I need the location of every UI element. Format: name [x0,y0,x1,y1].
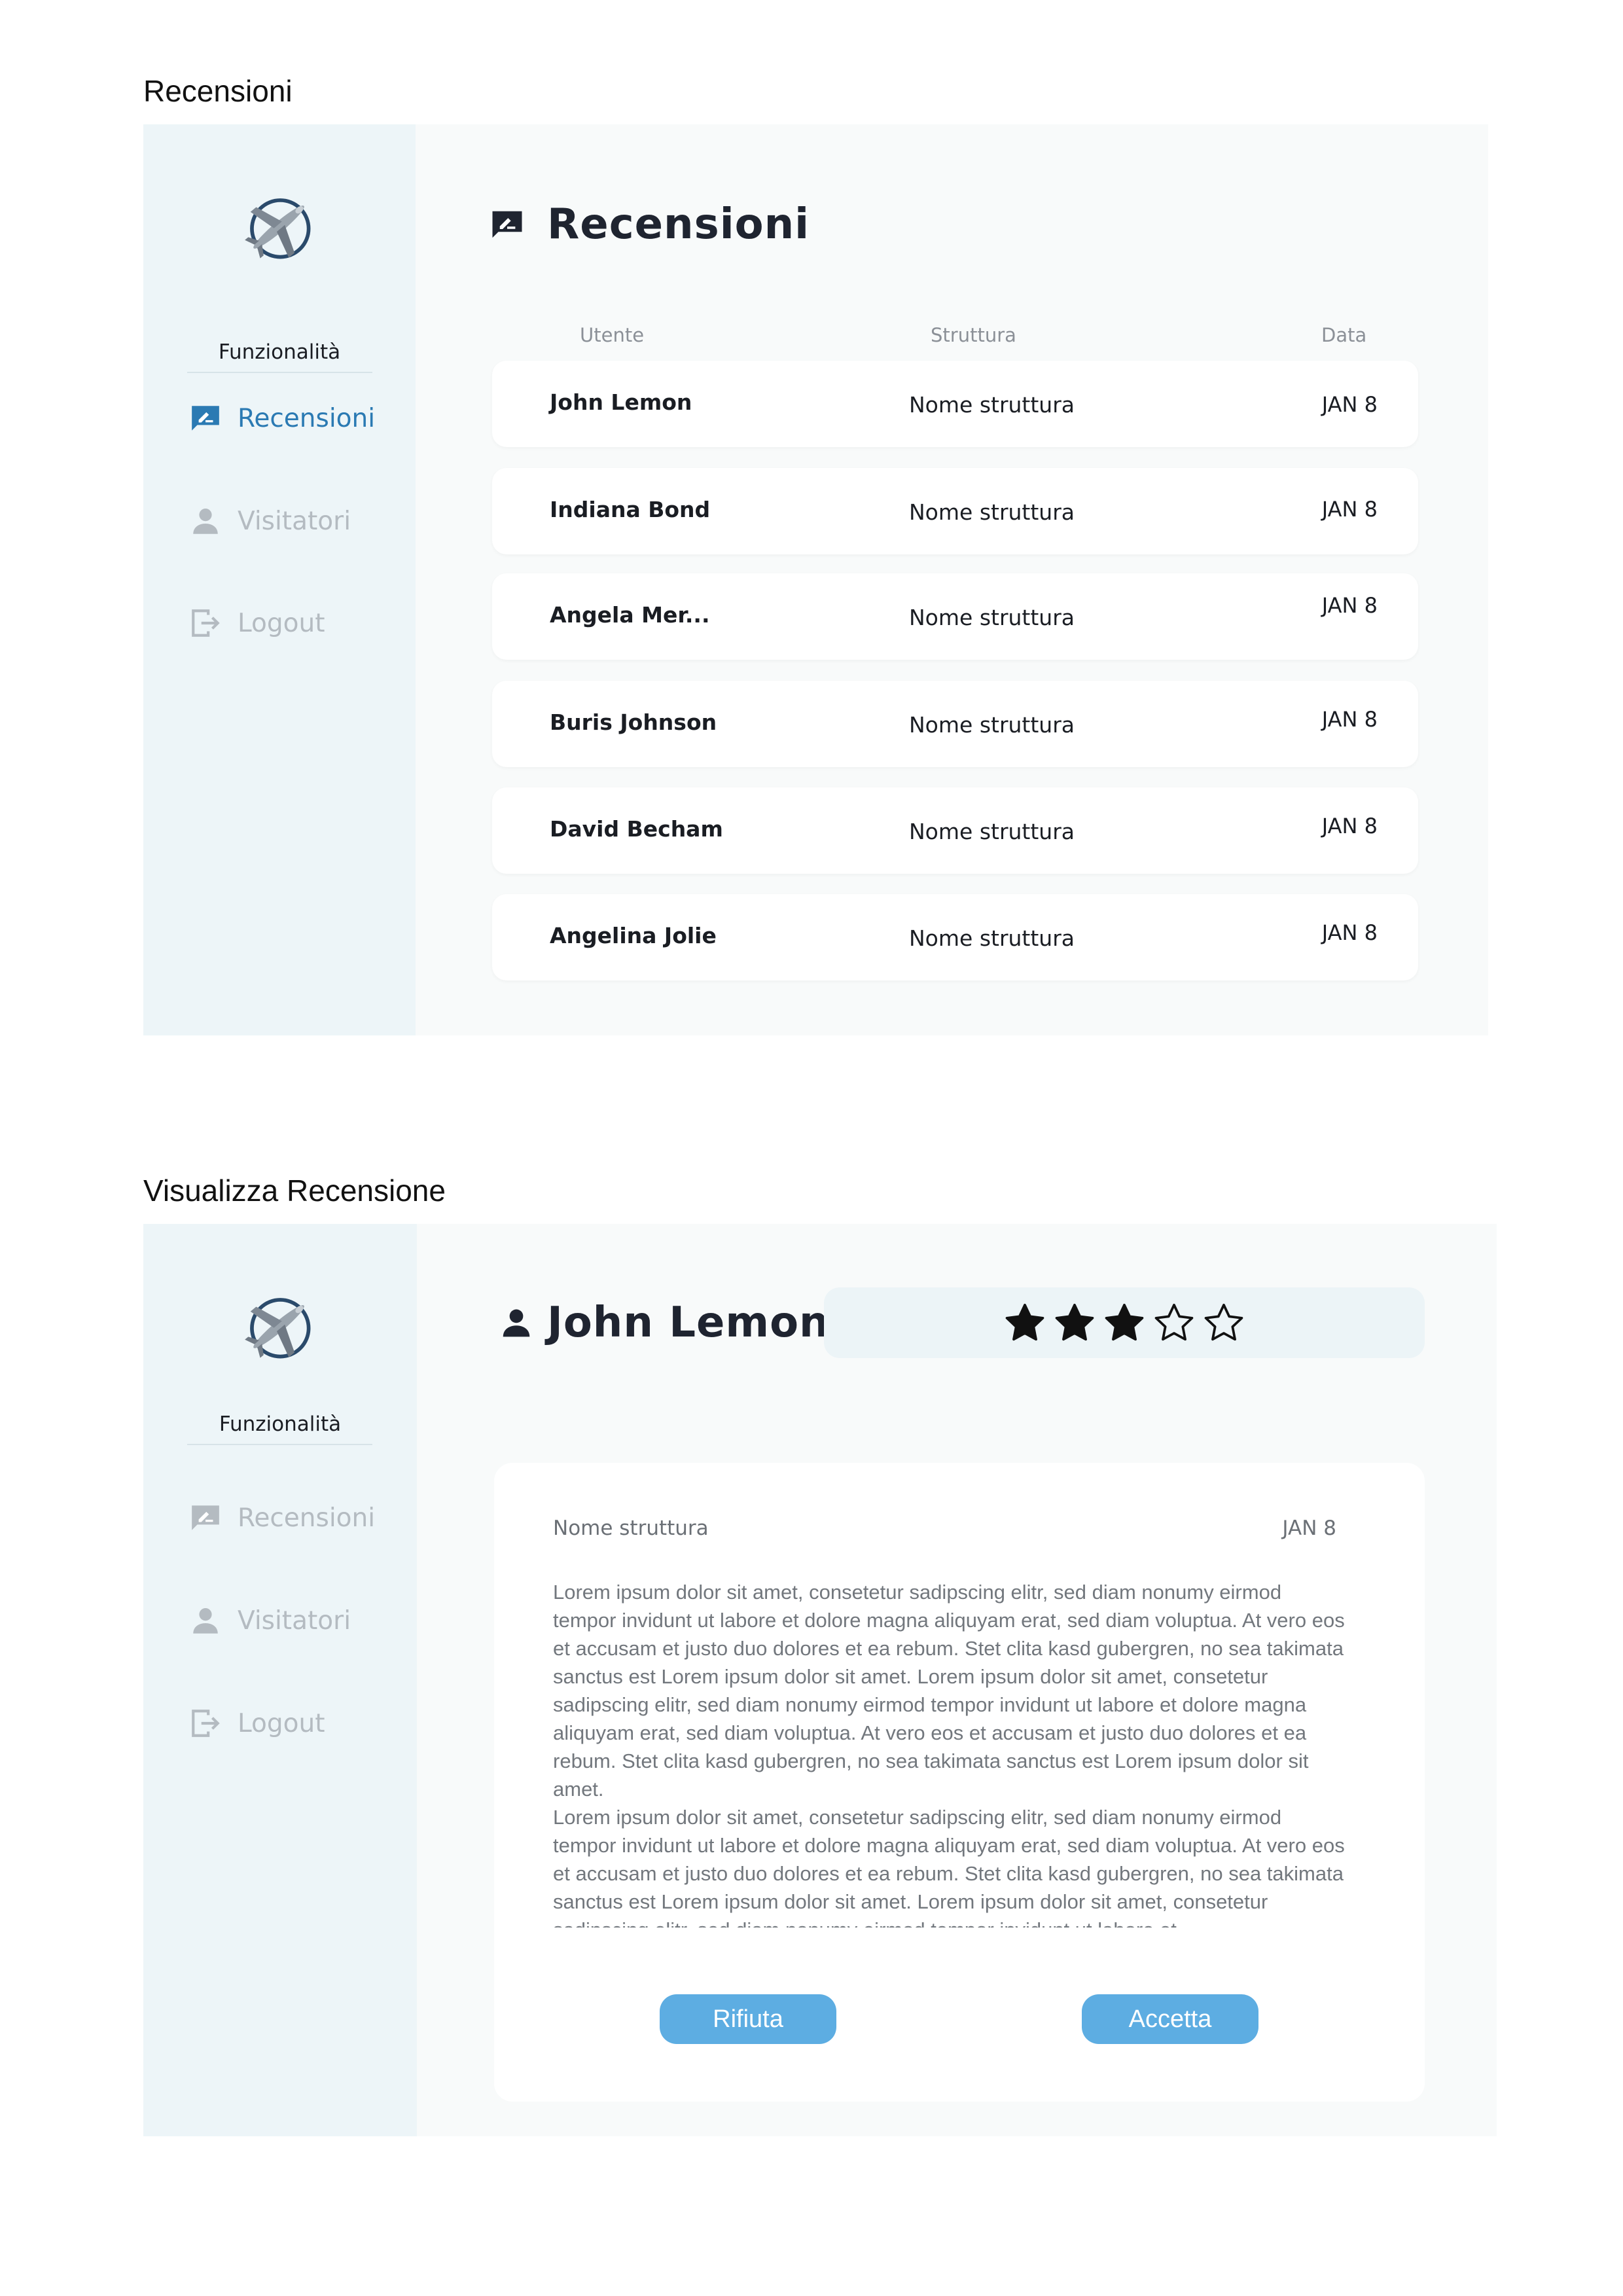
section-label-visualizza-recensione: Visualizza Recensione [143,1174,446,1208]
row-user: Buris Johnson [550,709,717,735]
sidebar-item-recensioni[interactable]: Recensioni [189,402,375,435]
table-row[interactable]: John Lemon Nome struttura JAN 8 [492,361,1418,447]
row-structure: Nome struttura [909,819,1075,844]
column-header-utente: Utente [580,324,645,346]
sidebar-item-recensioni[interactable]: Recensioni [189,1501,375,1534]
table-row[interactable]: Angela Mer... Nome struttura JAN 8 [492,573,1418,660]
table-row[interactable]: David Becham Nome struttura JAN 8 [492,787,1418,874]
review-paragraph: Lorem ipsum dolor sit amet, consetetur s… [553,1806,1345,1928]
rating-stars [824,1287,1425,1358]
row-date: JAN 8 [1321,497,1378,522]
review-text: Lorem ipsum dolor sit amet, consetetur s… [553,1578,1345,1928]
row-date: JAN 8 [1321,392,1378,417]
main-content: Recensioni Utente Struttura Data John Le… [416,124,1488,1035]
table-row[interactable]: Buris Johnson Nome struttura JAN 8 [492,681,1418,767]
sidebar-item-label: Visitatori [238,1605,351,1636]
table-row[interactable]: Angelina Jolie Nome struttura JAN 8 [492,894,1418,980]
row-structure: Nome struttura [909,605,1075,630]
row-structure: Nome struttura [909,925,1075,951]
main-content: John Lemon Nome struttura JAN 8 Lorem ip… [417,1224,1497,2136]
sidebar-item-visitatori[interactable]: Visitatori [189,1604,351,1637]
review-card: Nome struttura JAN 8 Lorem ipsum dolor s… [494,1463,1425,2102]
row-user: Angela Mer... [550,602,710,628]
row-user: David Becham [550,816,723,842]
sidebar-heading: Funzionalità [218,340,341,364]
accept-button[interactable]: Accetta [1082,1994,1258,2044]
review-structure: Nome struttura [553,1516,709,1540]
section-label-recensioni: Recensioni [143,74,293,108]
row-user: John Lemon [550,389,692,415]
review-paragraph: Lorem ipsum dolor sit amet, consetetur s… [553,1581,1345,1801]
star-empty-icon [1203,1302,1245,1344]
logout-icon [189,1707,222,1740]
review-edit-icon [189,402,222,435]
review-author: John Lemon [499,1299,830,1347]
column-header-data: Data [1321,324,1367,346]
star-empty-icon [1153,1302,1195,1344]
review-author-name: John Lemon [547,1299,830,1347]
sidebar-item-logout[interactable]: Logout [189,607,325,639]
row-structure: Nome struttura [909,712,1075,738]
table-row[interactable]: Indiana Bond Nome struttura JAN 8 [492,468,1418,554]
logo-airplane-icon [241,1289,316,1364]
sidebar-item-logout[interactable]: Logout [189,1707,325,1740]
row-structure: Nome struttura [909,392,1075,418]
column-header-struttura: Struttura [931,324,1016,346]
row-date: JAN 8 [1321,814,1378,838]
sidebar-item-label: Logout [238,1708,325,1738]
page-title: Recensioni [547,200,810,249]
row-user: Angelina Jolie [550,923,717,948]
sidebar-divider [187,372,372,373]
row-date: JAN 8 [1321,920,1378,945]
sidebar-divider [187,1444,372,1445]
row-date: JAN 8 [1321,707,1378,732]
reject-button[interactable]: Rifiuta [660,1994,836,2044]
person-icon [499,1302,534,1343]
sidebar: Funzionalità Recensioni Visitatori Logou… [143,1224,417,2136]
star-filled-icon [1103,1302,1145,1344]
sidebar: Funzionalità Recensioni Visitatori Logou… [143,124,416,1035]
row-user: Indiana Bond [550,497,711,522]
screen-recensioni: Funzionalità Recensioni Visitatori Logou… [143,124,1488,1035]
review-date: JAN 8 [1282,1516,1336,1540]
sidebar-heading: Funzionalità [219,1412,342,1436]
screen-visualizza-recensione: Funzionalità Recensioni Visitatori Logou… [143,1224,1497,2136]
sidebar-item-label: Visitatori [238,506,351,536]
logo-airplane-icon [241,190,316,264]
sidebar-item-visitatori[interactable]: Visitatori [189,505,351,537]
review-edit-icon [490,207,525,242]
page-header: Recensioni [490,200,810,249]
logout-icon [189,607,222,639]
sidebar-item-label: Recensioni [238,403,376,433]
person-icon [189,505,222,537]
sidebar-item-label: Recensioni [238,1503,376,1533]
row-structure: Nome struttura [909,499,1075,525]
star-filled-icon [1054,1302,1096,1344]
row-date: JAN 8 [1321,593,1378,618]
star-filled-icon [1004,1302,1046,1344]
person-icon [189,1604,222,1637]
review-edit-icon [189,1501,222,1534]
sidebar-item-label: Logout [238,608,325,638]
